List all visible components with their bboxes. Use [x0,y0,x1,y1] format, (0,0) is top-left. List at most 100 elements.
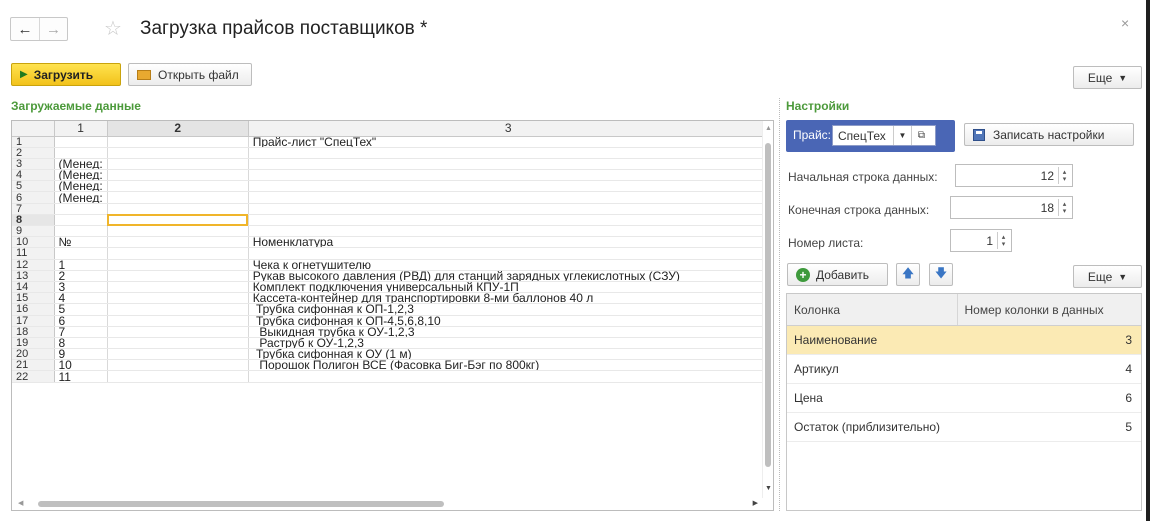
sheet-cell[interactable]: (Менед: [54,158,108,171]
sheet-cell[interactable]: Номенклатура [248,236,769,249]
price-select[interactable]: СпецТех ▼ ⧉ [832,125,936,146]
row-number[interactable]: 20 [12,348,55,361]
sheet-cell[interactable] [107,281,249,294]
sheet-cell[interactable]: Выкидная трубка к ОУ-1,2,3 [248,326,769,338]
move-down-button[interactable]: 🡇 [929,263,953,286]
sheet-cell[interactable]: 3 [54,281,108,294]
sheet-cell[interactable] [107,270,249,282]
sheet-cell[interactable]: 9 [54,348,108,361]
sheet-cell[interactable] [107,348,249,361]
scroll-up-icon[interactable]: ▲ [765,125,772,132]
scroll-down-icon[interactable]: ▼ [765,485,772,492]
row-number[interactable]: 3 [12,158,55,171]
column-mapping-row[interactable]: Цена 6 [787,384,1141,413]
row-number[interactable]: 10 [12,236,55,249]
vertical-scrollbar[interactable]: ▲ ▼ [762,121,773,510]
column-mapping-row[interactable]: Артикул 4 [787,355,1141,384]
vertical-scroll-thumb[interactable] [765,143,771,467]
sheet-cell[interactable] [54,214,108,227]
sheet-cell[interactable] [248,147,769,159]
sheet-cell[interactable]: Трубка сифонная к ОП-4,5,6,8,10 [248,315,769,327]
row-number[interactable]: 11 [12,247,55,260]
column-header-number[interactable]: Номер колонки в данных [958,294,1141,325]
sheet-cell[interactable] [107,180,249,193]
sheet-cell[interactable] [107,303,249,316]
row-number[interactable]: 4 [12,169,55,182]
sheet-cell[interactable] [107,326,249,338]
move-up-button[interactable]: 🡅 [896,263,920,286]
sheet-cell[interactable] [107,225,249,238]
sheet-cell[interactable] [107,247,249,260]
sheet-cell[interactable] [248,169,769,182]
sheet-cell[interactable] [54,203,108,215]
sheet-cell[interactable] [107,136,249,148]
column-mapping-row[interactable]: Остаток (приблизительно) 5 [787,413,1141,442]
sheet-cell[interactable] [107,203,249,215]
row-number[interactable]: 18 [12,326,55,338]
sheet-cell[interactable]: № [54,236,108,249]
sheet-cell[interactable]: Рукав высокого давления (РВД) для станци… [248,270,769,282]
column-header-1[interactable]: 1 [54,121,108,137]
sheet-cell[interactable] [107,158,249,171]
sheet-cell[interactable] [107,169,249,182]
back-arrow-icon[interactable]: ← [11,18,39,40]
sheet-cell[interactable]: 8 [54,337,108,350]
row-number[interactable]: 12 [12,259,55,271]
sheet-cell[interactable] [107,259,249,271]
sheet-cell[interactable]: Комплект подключения универсальный КПУ-1… [248,281,769,294]
sheet-cell[interactable]: (Менед: [54,169,108,182]
sheet-cell[interactable]: 2 [54,270,108,282]
sheet-cell[interactable]: 4 [54,292,108,305]
sheet-cell[interactable]: 11 [54,370,108,383]
sheet-cell[interactable]: 5 [54,303,108,316]
close-icon[interactable]: × [1121,15,1129,31]
sheet-cell[interactable] [248,180,769,193]
row-number[interactable]: 17 [12,315,55,327]
sheet-cell[interactable]: 7 [54,326,108,338]
chevron-down-icon[interactable]: ▼ [893,126,911,145]
panel-splitter[interactable] [779,98,780,511]
sheet-cell[interactable] [248,225,769,238]
start-row-field[interactable]: 12 ▴ ▾ [955,164,1073,187]
row-number[interactable]: 8 [12,214,55,227]
spreadsheet-grid[interactable]: 1 2 3 1 Прайс-лист "СпецТех" 2 3 (Менед: 4 (Ме… [11,120,774,511]
save-settings-button[interactable]: Записать настройки [964,123,1134,146]
sheet-cell[interactable] [107,315,249,327]
column-header-name[interactable]: Колонка [787,294,958,325]
sheet-cell[interactable]: Прайс-лист "СпецТех" [248,136,769,148]
open-file-button[interactable]: Открыть файл [128,63,252,86]
corner-cell[interactable] [12,121,55,137]
sheet-cell[interactable]: Чека к огнетушителю [248,259,769,271]
more-button[interactable]: Еще ▼ [1073,66,1142,89]
sheet-cell[interactable] [248,158,769,171]
sheet-cell[interactable] [248,203,769,215]
favorite-star-icon[interactable]: ☆ [104,19,122,39]
column-mapping-row[interactable]: Наименование 3 [787,326,1141,355]
column-header-2[interactable]: 2 [107,121,249,137]
open-form-icon[interactable]: ⧉ [911,126,931,145]
column-header-3[interactable]: 3 [248,121,769,137]
sheet-cell[interactable] [54,136,108,148]
sheet-cell[interactable] [54,147,108,159]
row-number[interactable]: 22 [12,370,55,383]
sheet-cell[interactable]: Кассета-контейнер для транспортировки 8-… [248,292,769,305]
row-number[interactable]: 7 [12,203,55,215]
sheet-cell[interactable] [107,292,249,305]
sheet-cell[interactable] [107,191,249,204]
end-row-field[interactable]: 18 ▴ ▾ [950,196,1073,219]
spinner-icon[interactable]: ▴ ▾ [1058,167,1070,184]
sheet-cell[interactable]: (Менед: [54,180,108,193]
row-number[interactable]: 6 [12,191,55,204]
sheet-cell[interactable] [107,337,249,350]
settings-more-button[interactable]: Еще ▼ [1073,265,1142,288]
scroll-right-icon[interactable]: ▶ [753,499,758,507]
sheet-cell[interactable] [107,236,249,249]
scroll-left-icon[interactable]: ◀ [18,499,23,507]
row-number[interactable]: 19 [12,337,55,350]
sheet-cell[interactable]: (Менед: [54,191,108,204]
spinner-icon[interactable]: ▴ ▾ [1058,199,1070,216]
row-number[interactable]: 5 [12,180,55,193]
load-button[interactable]: ▶ Загрузить [11,63,121,86]
sheet-cell[interactable]: 6 [54,315,108,327]
sheet-cell[interactable]: Трубка сифонная к ОП-1,2,3 [248,303,769,316]
